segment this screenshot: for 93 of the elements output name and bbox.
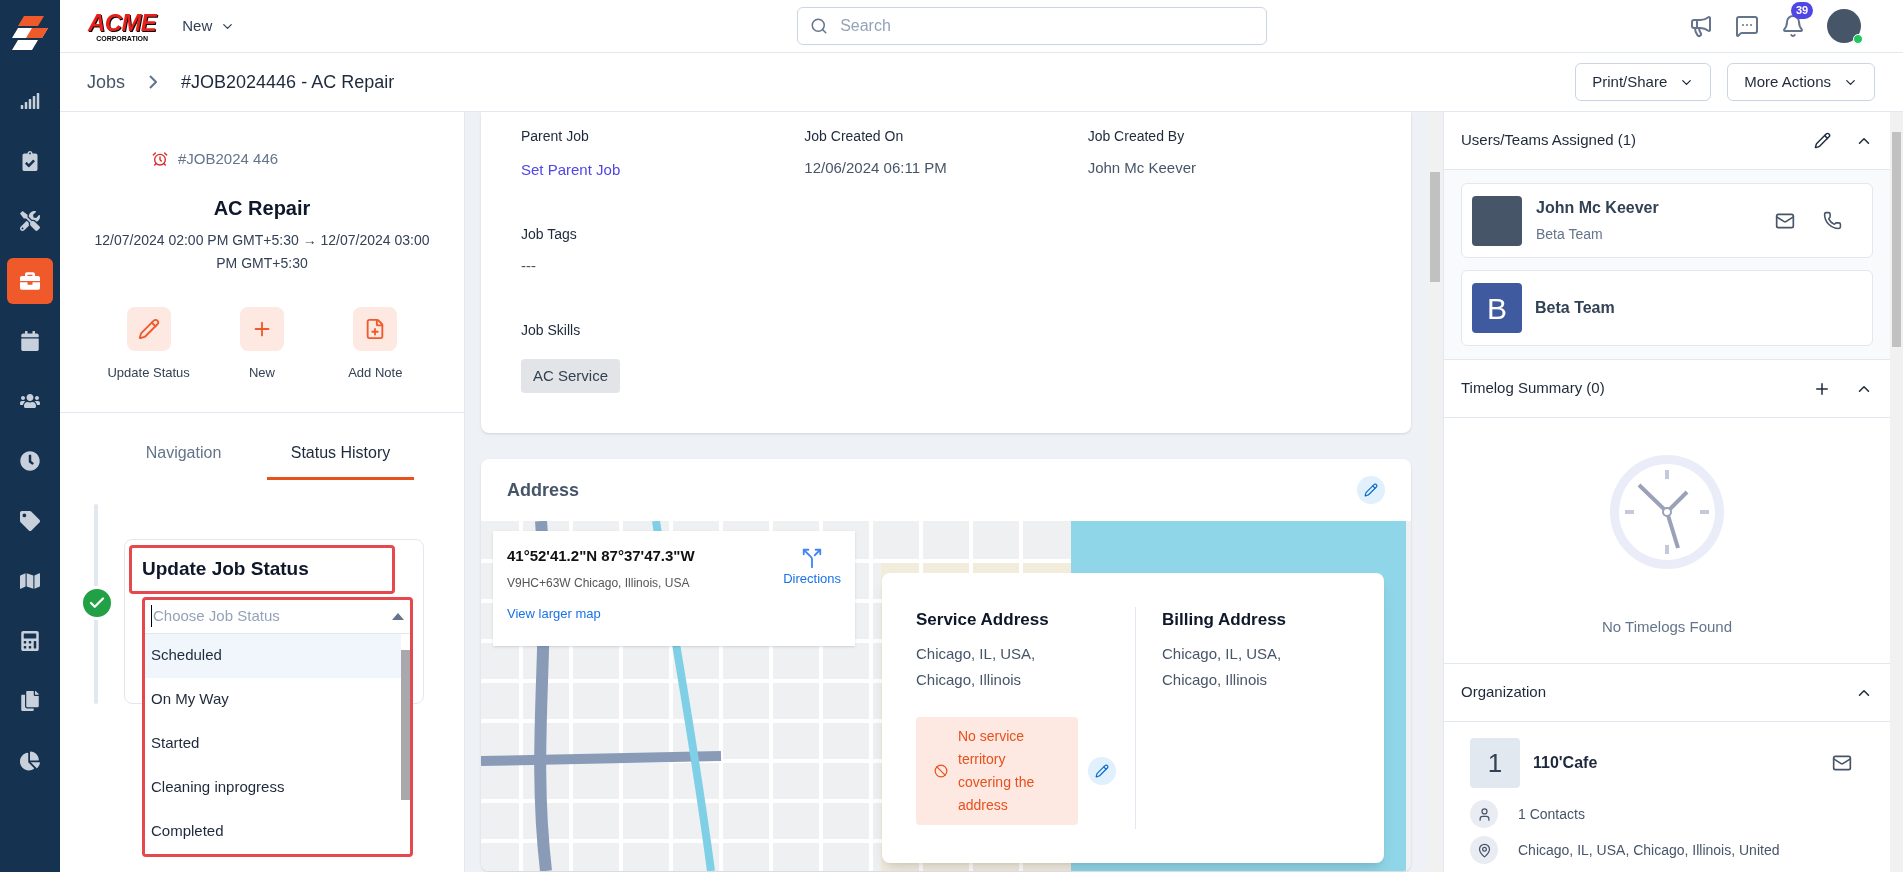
team-avatar: B <box>1472 283 1522 333</box>
field-label: Job Created By <box>1087 127 1186 146</box>
briefcase-icon <box>20 271 40 291</box>
section-title: Timelog Summary (0) <box>1461 378 1606 399</box>
map-icon <box>20 571 40 591</box>
pencil-icon[interactable] <box>1814 132 1831 149</box>
bar-chart-icon <box>20 91 40 111</box>
chevron-right-icon <box>149 75 158 89</box>
organization-address: Chicago, IL, USA, Chicago, Illinois, United <box>1518 840 1780 860</box>
job-id: #JOB2024 446 <box>178 149 279 169</box>
set-parent-job-link[interactable]: Set Parent Job <box>521 159 621 182</box>
billing-address-heading: Billing Address <box>1162 609 1287 631</box>
search-icon <box>810 17 829 35</box>
address-line: Chicago, IL, USA, <box>1162 643 1283 664</box>
ban-icon <box>934 763 948 778</box>
address-line: Chicago, Illinois <box>1162 669 1269 690</box>
logo-name: ACME <box>88 10 157 35</box>
edit-address-button[interactable] <box>1357 476 1385 504</box>
assigned-user-card[interactable]: John Mc Keever Beta Team <box>1461 183 1873 258</box>
field-label: Job Tags <box>521 225 578 244</box>
plus-code: V9HC+63W Chicago, Illinois, USA <box>507 574 691 592</box>
new-menu-button[interactable]: New <box>182 14 236 38</box>
photo-placeholder <box>1472 195 1522 246</box>
user-team: Beta Team <box>1536 225 1604 244</box>
calculator-icon <box>20 631 40 651</box>
assigned-team-card[interactable]: B Beta Team <box>1461 270 1873 346</box>
bell-icon[interactable] <box>1781 14 1805 38</box>
address-heading: Address <box>507 478 580 502</box>
phone-icon[interactable] <box>1823 211 1842 230</box>
tag-icon <box>20 511 40 531</box>
search-field[interactable]: Search <box>797 7 1268 45</box>
field-label: Parent Job <box>521 127 590 146</box>
pencil-icon <box>1364 483 1378 497</box>
calendar-icon <box>20 331 40 351</box>
pie-chart-icon <box>20 751 40 771</box>
quick-action-button[interactable]: Add Note <box>320 306 431 382</box>
tab[interactable]: Navigation <box>110 441 257 480</box>
tools-icon <box>20 211 40 231</box>
view-larger-map-link[interactable]: View larger map <box>507 603 601 623</box>
field-value: John Mc Keever <box>1087 158 1198 178</box>
directions-link[interactable]: Directions <box>783 547 841 592</box>
clock-icon <box>20 451 40 471</box>
address-line: Chicago, Illinois <box>916 669 1023 690</box>
contacts-count: 1 Contacts <box>1518 804 1585 824</box>
users-icon <box>20 391 40 411</box>
coordinates: 41°52'41.2"N 87°37'47.3"W <box>507 546 695 566</box>
caret-up-icon <box>392 612 404 620</box>
organization-avatar: 1 <box>1470 738 1520 788</box>
notification-count: 39 <box>1791 2 1814 19</box>
scrollbar[interactable] <box>1890 112 1903 872</box>
quick-action-button[interactable]: New <box>207 306 317 382</box>
clipboard-check-icon <box>20 151 40 171</box>
field-label: Job Created On <box>804 127 905 146</box>
chat-icon[interactable] <box>1735 14 1759 38</box>
job-title: AC Repair <box>212 195 312 221</box>
person-icon <box>1476 806 1492 822</box>
clock-icon <box>1607 452 1727 572</box>
update-status-heading: Update Job Status <box>129 545 395 594</box>
skill-chip: AC Service <box>521 358 621 393</box>
edit-territory-button[interactable] <box>1088 756 1116 785</box>
team-name: Beta Team <box>1535 298 1615 318</box>
organization-name: 110'Cafe <box>1533 753 1599 773</box>
field-label: Job Skills <box>521 320 582 340</box>
page-title: #JOB2024446 - AC Repair <box>181 70 395 94</box>
field-value: --- <box>521 256 537 276</box>
section-title: Organization <box>1461 682 1548 703</box>
service-address-heading: Service Address <box>916 609 1050 631</box>
status-input[interactable]: Choose Job Status <box>151 604 392 628</box>
scrollbar[interactable] <box>1427 112 1443 872</box>
pencil-icon <box>137 317 160 340</box>
megaphone-icon[interactable] <box>1689 14 1713 38</box>
status-dropdown[interactable]: Choose Job Status Scheduled On My Way Started Cleaning inprogress Completed <box>142 596 413 857</box>
user-avatar[interactable] <box>1827 9 1861 43</box>
alarm-clock-icon <box>152 151 168 168</box>
pencil-icon <box>1095 763 1109 778</box>
empty-message: No Timelogs Found <box>1601 617 1733 637</box>
header-dropdown-button[interactable]: Print/Share <box>1575 63 1712 101</box>
user-name: John Mc Keever <box>1536 198 1660 218</box>
tab[interactable]: Status History <box>267 441 414 480</box>
directions-icon <box>801 547 824 569</box>
section-title: Users/Teams Assigned (1) <box>1461 130 1638 151</box>
status-option[interactable]: Scheduled <box>145 633 401 678</box>
quick-action-button[interactable]: Update Status <box>93 306 204 382</box>
header-dropdown-button[interactable]: More Actions <box>1727 63 1875 101</box>
files-icon <box>20 691 40 711</box>
breadcrumb-link[interactable]: Jobs <box>87 68 126 96</box>
field-value: 12/06/2024 06:11 PM <box>804 158 948 178</box>
job-schedule: 12/07/2024 02:00 PM GMT+5:30 → 12/07/2024 03:00 PM GMT+5:30 <box>93 230 431 273</box>
address-line: Chicago, IL, USA, <box>916 643 1037 664</box>
warning-text: No service territory covering the address <box>958 726 1036 815</box>
location-icon <box>1476 842 1492 858</box>
mail-icon[interactable] <box>1832 753 1852 773</box>
sidebar-item[interactable] <box>7 258 53 304</box>
